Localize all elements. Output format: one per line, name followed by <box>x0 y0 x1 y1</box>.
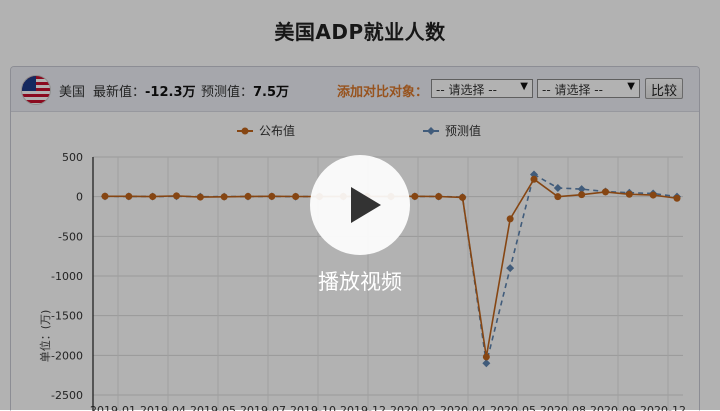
play-video-label: 播放视频 <box>318 270 402 294</box>
play-button[interactable] <box>310 155 410 255</box>
play-icon <box>351 187 381 223</box>
